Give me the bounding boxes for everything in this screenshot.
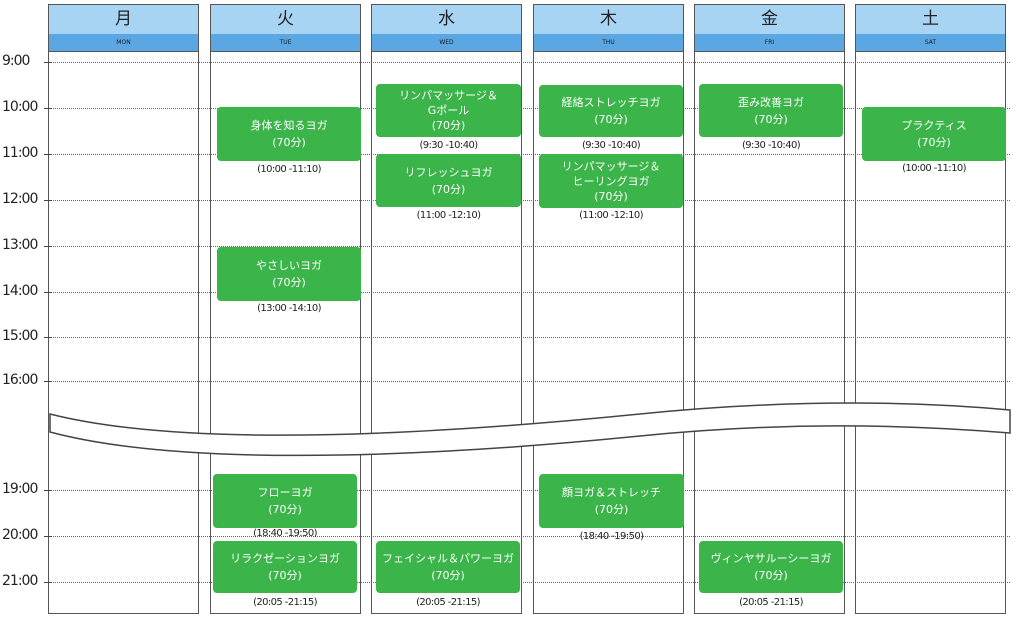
class-name: リラクゼーションヨガ: [230, 552, 340, 565]
class-duration: (70分): [268, 569, 302, 582]
class-duration: (70分): [272, 276, 306, 289]
class-duration: (70分): [431, 119, 466, 132]
class-duration: (70分): [431, 569, 465, 582]
class-name: リフレッシュヨガ: [404, 165, 493, 179]
class-time: (20:05 -21:15): [739, 597, 803, 608]
class-name: プラクティス: [901, 119, 967, 132]
class-card[interactable]: 歪み改善ヨガ (70分): [699, 84, 843, 137]
class-name: フェイシャル＆パワーヨガ: [382, 552, 514, 565]
class-duration: (70分): [917, 136, 951, 149]
class-time: (11:00 -12:10): [416, 210, 481, 221]
class-time: (10:00 -11:10): [902, 163, 966, 174]
class-name: ヴィンヤサルーシーヨガ: [710, 552, 832, 565]
class-time: (13:00 -14:10): [257, 303, 321, 314]
class-card[interactable]: 経絡ストレッチヨガ (70分): [539, 85, 683, 137]
class-name: 身体を知るヨガ: [250, 119, 328, 132]
class-card[interactable]: リフレッシュヨガ (70分): [376, 154, 521, 207]
class-name: フローヨガ: [257, 486, 313, 499]
class-duration: (70分): [431, 182, 466, 196]
class-time: (9:30 -10:40): [741, 140, 801, 151]
class-time: (9:30 -10:40): [419, 140, 478, 151]
class-card[interactable]: プラクティス (70分): [862, 107, 1006, 161]
class-name-line-1: リンパマッサージ＆: [399, 89, 498, 102]
class-card[interactable]: やさしいヨガ (70分): [217, 247, 361, 301]
class-card[interactable]: 顔ヨガ＆ストレッチ (70分): [539, 474, 684, 528]
class-name-line-2: Gポール: [427, 104, 470, 117]
class-time: (18:40 -19:50): [579, 531, 644, 542]
class-time: (11:00 -12:10): [579, 210, 643, 221]
class-card[interactable]: リンパマッサージ＆ ヒーリングヨガ (70分): [539, 154, 683, 208]
class-time: (18:40 -19:50): [253, 528, 317, 539]
class-duration: (70分): [754, 112, 788, 126]
class-time: (10:00 -11:10): [257, 164, 321, 175]
class-card[interactable]: リラクゼーションヨガ (70分): [213, 541, 357, 593]
class-name: 歪み改善ヨガ: [738, 95, 804, 109]
class-duration: (70分): [272, 136, 306, 149]
class-name-line-2: ヒーリングヨガ: [572, 174, 650, 188]
class-name: 経絡ストレッチヨガ: [561, 96, 661, 109]
class-time: (20:05 -21:15): [416, 597, 480, 608]
class-card[interactable]: ヴィンヤサルーシーヨガ (70分): [699, 541, 843, 593]
class-card[interactable]: フェイシャル＆パワーヨガ (70分): [376, 541, 520, 593]
class-duration: (70分): [754, 569, 788, 582]
class-card[interactable]: リンパマッサージ＆ Gポール (70分): [376, 84, 521, 137]
class-card[interactable]: フローヨガ (70分): [213, 474, 357, 528]
class-name: やさしいヨガ: [256, 259, 322, 272]
class-name: 顔ヨガ＆ストレッチ: [562, 486, 661, 499]
class-duration: (70分): [594, 113, 628, 126]
class-time: (20:05 -21:15): [253, 597, 317, 608]
class-card[interactable]: 身体を知るヨガ (70分): [217, 107, 361, 161]
class-duration: (70分): [268, 503, 302, 516]
class-duration: (70分): [594, 503, 629, 516]
class-name-line-1: リンパマッサージ＆: [561, 159, 661, 173]
class-time: (9:30 -10:40): [581, 140, 641, 151]
class-duration: (70分): [594, 189, 628, 203]
